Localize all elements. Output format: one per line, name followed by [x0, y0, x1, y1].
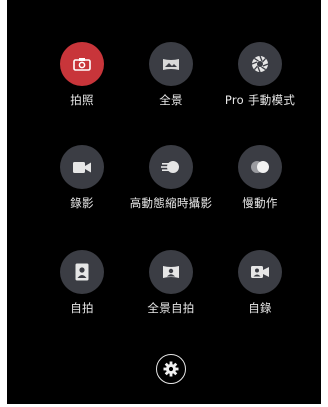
selfie-video-icon: [250, 265, 270, 279]
mode-label: 全景自拍: [147, 301, 195, 315]
mode-photo[interactable]: 拍照: [36, 42, 128, 107]
mode-panorama[interactable]: 全景: [125, 42, 217, 107]
mode-selfie-video[interactable]: 自錄: [214, 250, 306, 315]
panorama-icon: [162, 58, 180, 71]
mode-selfie[interactable]: 自拍: [36, 250, 128, 315]
mode-selfie-button[interactable]: [60, 250, 104, 294]
settings-button[interactable]: [156, 354, 186, 384]
mode-panorama-selfie-button[interactable]: [149, 250, 193, 294]
video-camera-icon: [72, 161, 92, 174]
mode-slow-motion[interactable]: 慢動作: [214, 145, 306, 210]
mode-pro-manual[interactable]: Pro 手動模式: [214, 42, 306, 107]
camera-icon: [73, 57, 91, 71]
mode-label: 慢動作: [242, 196, 278, 210]
mode-label: 自錄: [248, 301, 272, 315]
mode-panorama-selfie[interactable]: 全景自拍: [125, 250, 217, 315]
mode-video[interactable]: 錄影: [36, 145, 128, 210]
mode-label: Pro 手動模式: [224, 93, 296, 107]
camera-mode-screen: 拍照 全景 Pro 手動模式 錄影 高動態縮時攝影 慢動作 自拍 全景自拍 自錄: [7, 0, 321, 404]
mode-label: 高動態縮時攝影: [129, 196, 213, 210]
mode-slow-motion-button[interactable]: [238, 145, 282, 189]
mode-photo-button[interactable]: [60, 42, 104, 86]
mode-label: 錄影: [70, 196, 94, 210]
mode-pro-manual-button[interactable]: [238, 42, 282, 86]
mode-label: 拍照: [70, 93, 94, 107]
mode-timelapse[interactable]: 高動態縮時攝影: [125, 145, 217, 210]
timelapse-icon: [161, 159, 181, 175]
mode-panorama-button[interactable]: [149, 42, 193, 86]
mode-label: 全景: [159, 93, 183, 107]
selfie-icon: [75, 263, 89, 281]
mode-video-button[interactable]: [60, 145, 104, 189]
mode-timelapse-button[interactable]: [149, 145, 193, 189]
slow-motion-icon: [249, 160, 271, 174]
mode-selfie-video-button[interactable]: [238, 250, 282, 294]
panorama-selfie-icon: [162, 265, 180, 279]
mode-label: 自拍: [70, 301, 94, 315]
aperture-icon: [251, 55, 269, 73]
gear-icon: [163, 361, 179, 377]
